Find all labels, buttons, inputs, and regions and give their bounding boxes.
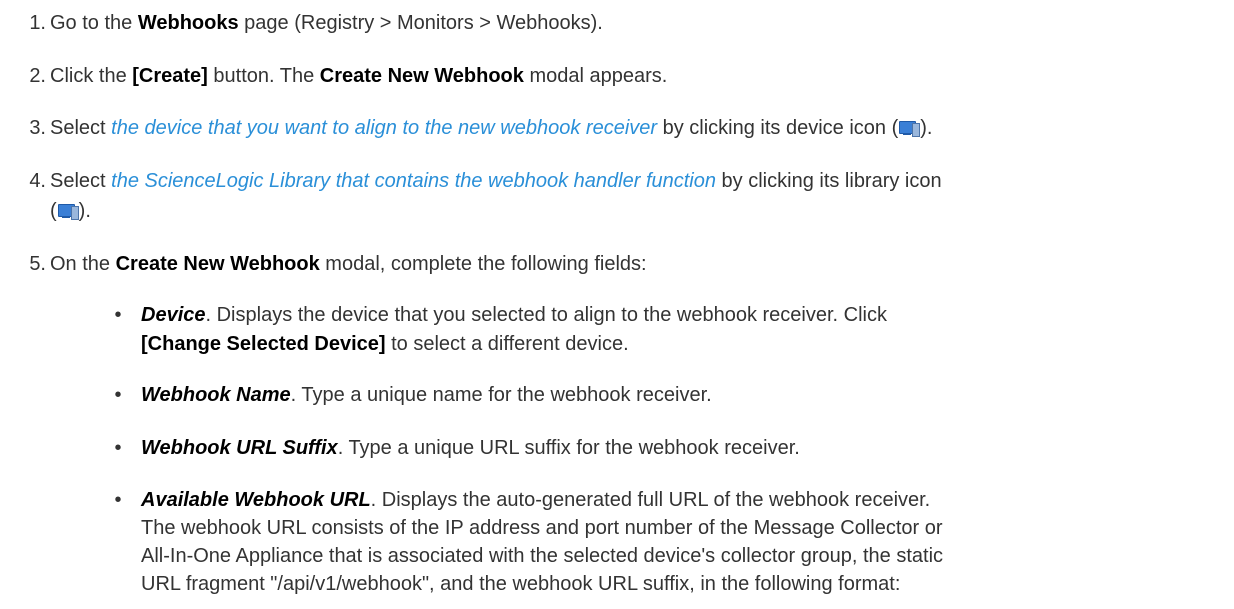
change-selected-device-button-ref: [Change Selected Device]	[141, 333, 386, 355]
step-number: 1.	[29, 12, 46, 34]
step-suffix: modal, complete the following fields:	[319, 253, 647, 275]
field-name: Device	[141, 304, 206, 326]
field-text: Device. Displays the device that you sel…	[141, 302, 887, 328]
device-icon	[899, 120, 921, 137]
field-text: Webhook URL Suffix. Type a unique URL su…	[141, 435, 800, 461]
bullet: •	[114, 384, 122, 406]
field-desc: All-In-One Appliance that is associated …	[141, 545, 944, 567]
bullet: •	[114, 304, 122, 326]
step-text: Go to the Webhooks page (Registry > Moni…	[50, 10, 603, 36]
step-number: 4.	[29, 170, 46, 192]
step-text: Select the ScienceLogic Library that con…	[50, 168, 942, 194]
library-link[interactable]: the ScienceLogic Library that contains t…	[111, 170, 716, 192]
field-name: Webhook Name	[141, 384, 291, 406]
step-text: Click the [Create] button. The Create Ne…	[50, 63, 667, 89]
paren-open: (	[50, 200, 57, 222]
step-text: ().	[50, 198, 91, 224]
library-icon	[57, 203, 79, 220]
step-suffix: ).	[78, 200, 91, 222]
document: 1. Go to the Webhooks page (Registry > M…	[0, 0, 1234, 609]
step-middle: by clicking its device icon (	[657, 117, 899, 139]
step-suffix: modal appears.	[523, 65, 668, 87]
step-prefix: Select	[50, 170, 112, 192]
field-text: Webhook Name. Type a unique name for the…	[141, 382, 712, 408]
step-prefix: Click the	[50, 65, 133, 87]
step-suffix: ).	[920, 117, 933, 139]
step-text: On the Create New Webhook modal, complet…	[50, 251, 647, 277]
step-prefix: Select	[50, 117, 112, 139]
field-desc: . Type a unique URL suffix for the webho…	[337, 437, 800, 459]
step-number: 3.	[29, 117, 46, 139]
step-middle: button. The	[207, 65, 320, 87]
create-button-ref: [Create]	[132, 65, 208, 87]
step-text: Select the device that you want to align…	[50, 115, 932, 141]
page-name: Webhooks	[137, 12, 239, 34]
bullet: •	[114, 437, 122, 459]
field-desc: . Displays the auto-generated full URL o…	[370, 489, 931, 511]
step-prefix: Go to the	[50, 12, 138, 34]
step-middle: by clicking its library icon	[716, 170, 942, 192]
modal-name: Create New Webhook	[115, 253, 320, 275]
modal-name: Create New Webhook	[319, 65, 524, 87]
step-prefix: On the	[50, 253, 116, 275]
step-number: 2.	[29, 65, 46, 87]
field-name: Webhook URL Suffix	[141, 437, 338, 459]
field-desc: . Displays the device that you selected …	[205, 304, 887, 326]
bullet: •	[114, 489, 122, 511]
field-text: [Change Selected Device] to select a dif…	[141, 331, 629, 357]
field-desc: to select a different device.	[385, 333, 629, 355]
device-link[interactable]: the device that you want to align to the…	[111, 117, 657, 139]
step-suffix: page (Registry > Monitors > Webhooks).	[238, 12, 603, 34]
field-desc: . Type a unique name for the webhook rec…	[290, 384, 712, 406]
field-text: Available Webhook URL. Displays the auto…	[141, 487, 930, 513]
field-desc: The webhook URL consists of the IP addre…	[141, 517, 943, 539]
field-desc: URL fragment "/api/v1/webhook", and the …	[141, 573, 901, 595]
field-name: Available Webhook URL	[141, 489, 371, 511]
step-number: 5.	[29, 253, 46, 275]
